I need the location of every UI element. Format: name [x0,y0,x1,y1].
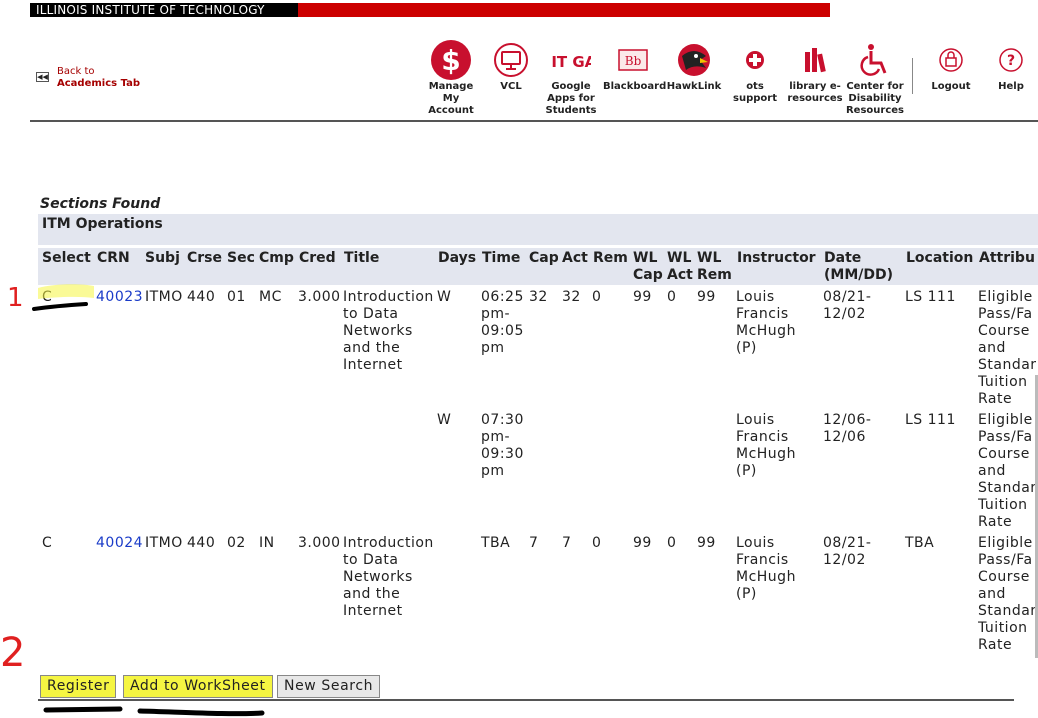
select-underline-mark [32,302,88,311]
register-underline-mark [43,706,123,713]
select-highlight-mark [38,284,94,299]
step-2-annotation: 2 [0,630,25,676]
worksheet-underline-mark [137,708,265,717]
step-1-annotation: 1 [7,283,24,313]
annotation-layer: 1 2 [0,283,265,717]
